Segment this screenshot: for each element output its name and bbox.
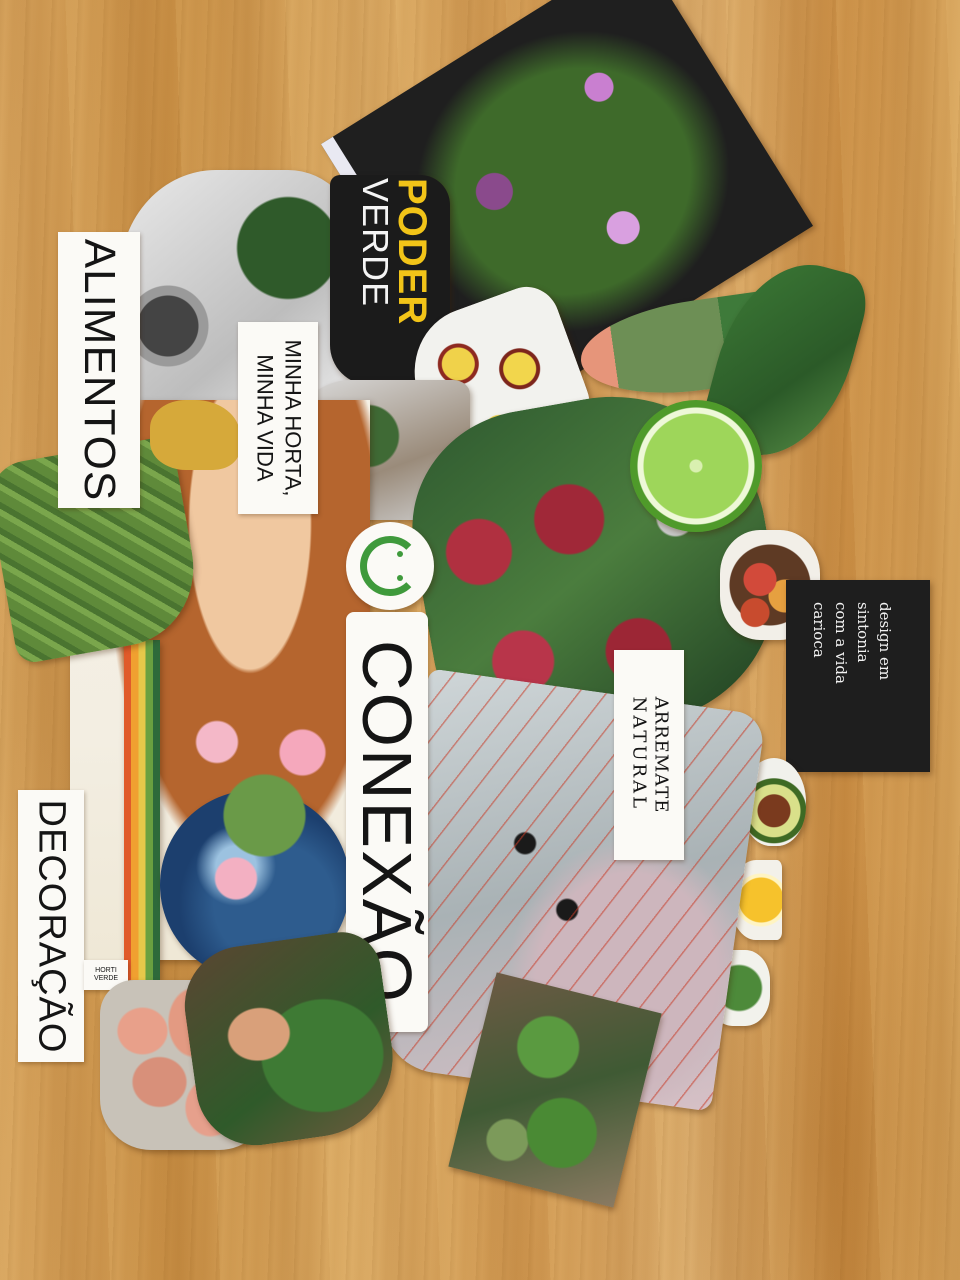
smile-logo-icon [360,536,420,596]
design-line-1: design em [876,602,894,681]
decoracao-label: DECORAÇÃO [18,790,84,1062]
alimentos-label: ALIMENTOS [58,232,140,508]
pink-flowers-cutout [160,700,350,910]
arremate-line-1: ARREMATE [650,696,671,814]
alimentos-text: ALIMENTOS [75,238,125,502]
arremate-natural-label: ARREMATE NATURAL [614,650,684,860]
hands-with-greens-cutout [177,927,403,1153]
minha-horta-line-2: MINHA VIDA [252,354,277,482]
smile-logo-sticker [346,522,434,610]
wooden-table-background: PODER VERDE design em sintonia com a vid… [0,0,960,1280]
arremate-line-2: NATURAL [628,696,649,812]
design-line-2: sintonia [854,602,872,663]
glove-hand-cutout [150,400,240,470]
decoracao-text: DECORAÇÃO [30,799,73,1053]
design-line-3: com a vida [832,602,850,684]
poder-text: PODER [390,178,434,326]
retro-stripes-decoration [124,640,160,980]
minha-horta-label: MINHA HORTA, MINHA VIDA [238,322,318,514]
lime-slice-cutout [630,400,762,532]
small-stamp-text: HORTI VERDE [93,967,119,982]
design-card: design em sintonia com a vida carioca [786,580,930,772]
verde-text: VERDE [355,178,396,308]
design-line-4: carioca [810,602,828,658]
minha-horta-line-1: MINHA HORTA, [280,339,305,497]
